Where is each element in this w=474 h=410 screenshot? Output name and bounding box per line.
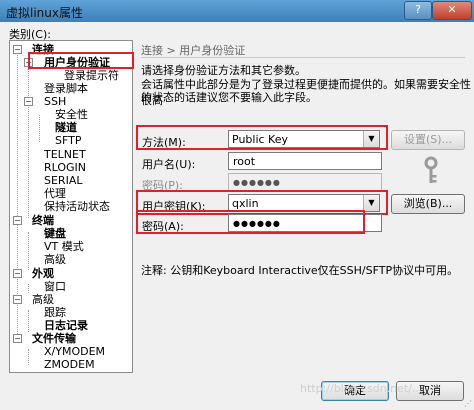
watermark: http://blog.csdn.net/... (300, 382, 423, 395)
description-text: 的状态的话建议您不要输入此字段。 (141, 91, 317, 104)
help-button[interactable]: ? (404, 1, 432, 20)
tree-node-terminal-advanced[interactable]: 高级 (44, 253, 66, 266)
resize-grip-icon[interactable]: ⋰ (464, 399, 472, 408)
tree-node-rlogin[interactable]: RLOGIN (44, 161, 86, 174)
tree-node-vt-mode[interactable]: VT 模式 (44, 240, 84, 253)
username-value: root (233, 155, 256, 168)
note-text: 注释: 公钥和Keyboard Interactive仅在SSH/SFTP协议中… (141, 264, 459, 277)
title-bar: 虚拟linux属性 ? ✕ (0, 0, 474, 22)
tree-node-logging[interactable]: 日志记录 (44, 319, 88, 332)
tree-node-window[interactable]: 窗口 (44, 280, 66, 293)
tree-node-xymodem[interactable]: X/YMODEM (44, 345, 105, 358)
tree-node-security[interactable]: 安全性 (55, 108, 88, 121)
window-title: 虚拟linux属性 (6, 6, 83, 20)
settings-button[interactable]: 设置(S)... (391, 130, 465, 150)
tree-node-tunnel[interactable]: 隧道 (55, 121, 77, 134)
tree-node-advanced[interactable]: 高级 (32, 293, 54, 306)
tree-node-login-prompts[interactable]: 登录提示符 (64, 69, 119, 82)
category-tree[interactable]: − 连接 − 用户身份验证 登录提示符 登录脚本 − SSH 安全性 隧道 SF… (9, 40, 133, 373)
tree-line (39, 115, 40, 142)
tree-node-login-scripts[interactable]: 登录脚本 (44, 82, 88, 95)
collapse-icon[interactable]: − (13, 269, 22, 278)
tree-node-appearance[interactable]: 外观 (32, 267, 54, 280)
tree-node-file-transfer[interactable]: 文件传输 (32, 332, 76, 345)
tree-node-trace[interactable]: 跟踪 (44, 306, 66, 319)
password-input-disabled: ●●●●●● (228, 173, 382, 191)
username-label: 用户名(U): (142, 158, 196, 171)
tree-line (28, 310, 29, 332)
collapse-icon[interactable]: − (24, 97, 33, 106)
key-icon (424, 156, 438, 183)
close-button[interactable]: ✕ (432, 1, 472, 20)
tree-line (28, 63, 29, 218)
highlight-box (28, 52, 134, 69)
tree-line (28, 284, 29, 293)
collapse-icon[interactable]: − (13, 45, 22, 54)
breadcrumb: 连接 > 用户身份验证 (141, 44, 246, 57)
tree-node-serial[interactable]: SERIAL (44, 174, 82, 187)
collapse-icon[interactable]: − (13, 334, 22, 343)
collapse-icon[interactable]: − (13, 295, 22, 304)
highlight-box (136, 125, 388, 150)
tree-line (28, 232, 29, 270)
username-input[interactable]: root (228, 152, 382, 170)
highlight-box (136, 210, 365, 234)
tree-node-terminal[interactable]: 终端 (32, 214, 54, 227)
tree-node-keyboard[interactable]: 键盘 (44, 227, 66, 240)
password-masked-value: ●●●●●● (233, 178, 281, 187)
tree-node-proxy[interactable]: 代理 (44, 187, 66, 200)
collapse-icon[interactable]: − (13, 216, 22, 225)
tree-node-zmodem[interactable]: ZMODEM (44, 358, 95, 371)
tree-node-telnet[interactable]: TELNET (44, 148, 86, 161)
divider (141, 57, 465, 58)
tree-node-ssh[interactable]: SSH (44, 95, 66, 108)
tree-node-keepalive[interactable]: 保持活动状态 (44, 200, 110, 213)
tree-node-sftp[interactable]: SFTP (55, 134, 81, 147)
tree-line (28, 349, 29, 365)
browse-button[interactable]: 浏览(B)... (391, 194, 465, 214)
